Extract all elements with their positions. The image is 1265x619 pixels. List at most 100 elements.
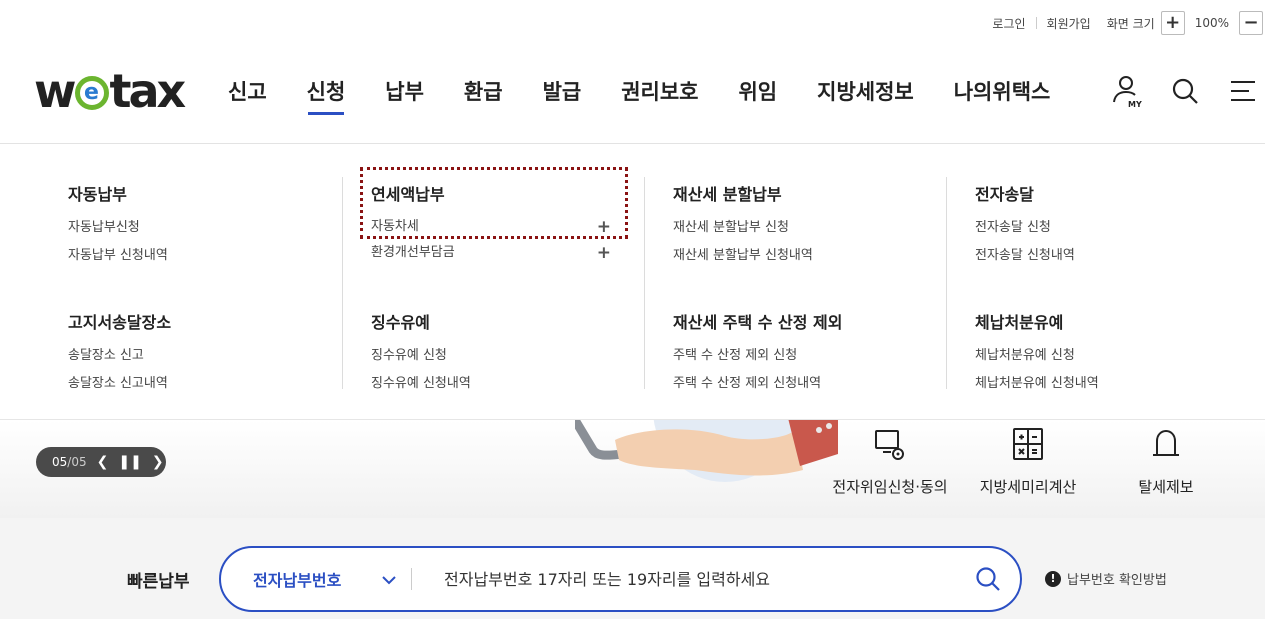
quick-pay-box: 전자납부번호	[219, 546, 1022, 612]
nav-item-tax-info[interactable]: 지방세정보	[797, 76, 934, 106]
nav-item-my-wetax[interactable]: 나의위택스	[934, 76, 1071, 106]
slide-total: 05	[71, 455, 87, 469]
nav-item-apply[interactable]: 신청	[287, 76, 366, 115]
menu-group-auto-pay: 자동납부 자동납부신청 자동납부 신청내역	[68, 181, 308, 270]
zoom-out-button[interactable]: −	[1239, 11, 1263, 35]
menu-group-housing-exclusion: 재산세 주택 수 산정 제외 주택 수 산정 제외 신청 주택 수 산정 제외 …	[673, 309, 913, 398]
slider-control: 05/05 ❮ ❚❚ ❯	[36, 447, 166, 477]
menu-item[interactable]: 전자송달 신청내역	[975, 242, 1215, 270]
menu-item[interactable]: 주택 수 산정 제외 신청	[673, 342, 913, 370]
menu-item-label: 송달장소 신고	[68, 348, 144, 363]
plus-icon[interactable]: +	[597, 240, 611, 266]
help-label: 납부번호 확인방법	[1067, 573, 1167, 588]
menu-item[interactable]: 징수유예 신청	[371, 342, 611, 370]
svg-text:MY: MY	[1128, 100, 1142, 108]
menu-group-title: 재산세 분할납부	[673, 185, 782, 204]
header: w e tax 신고 신청 납부 환급 발급 권리보호 위임 지방세정보 나의위…	[0, 46, 1265, 144]
menu-item-label: 징수유예 신청	[371, 348, 447, 363]
quicklink-label: 전자위임신청·동의	[832, 478, 948, 496]
payment-type-value: 전자납부번호	[253, 571, 342, 590]
main-nav: 신고 신청 납부 환급 발급 권리보호 위임 지방세정보 나의위택스	[208, 76, 1071, 115]
menu-item[interactable]: 송달장소 신고	[68, 342, 308, 370]
prev-slide-icon[interactable]: ❮	[97, 454, 109, 470]
menu-group-title: 전자송달	[975, 185, 1034, 204]
menu-item[interactable]: 주택 수 산정 제외 신청내역	[673, 370, 913, 398]
menu-item[interactable]: 자동납부 신청내역	[68, 242, 308, 270]
quicklink-label: 지방세미리계산	[979, 478, 1077, 496]
calculator-icon	[1010, 426, 1046, 462]
font-size-control: 화면 크기 + 100% −	[1107, 11, 1263, 35]
logo-text-w: w	[34, 64, 76, 118]
plus-icon[interactable]: +	[597, 214, 611, 240]
menu-item-label: 환경개선부담금	[371, 245, 455, 260]
main-visual: 05/05 ❮ ❚❚ ❯ 전자위임신청·동의 지방세미리계산 탈세제보	[0, 410, 1265, 518]
menu-column-4: 전자송달 전자송달 신청 전자송달 신청내역 체납처분유예 체납처분유예 신청 …	[946, 177, 1246, 391]
search-icon[interactable]	[956, 548, 1020, 610]
menu-item[interactable]: 재산세 분할납부 신청	[673, 214, 913, 242]
nav-item-refund[interactable]: 환급	[444, 76, 523, 106]
menu-item-expandable[interactable]: 자동차세 +	[371, 214, 611, 240]
wetax-logo[interactable]: w e tax	[34, 64, 187, 118]
menu-item-label: 주택 수 산정 제외 신청	[673, 348, 798, 363]
info-icon: !	[1045, 570, 1061, 587]
my-page-icon[interactable]: MY	[1111, 74, 1143, 108]
menu-item-label: 징수유예 신청내역	[371, 376, 471, 391]
menu-item-label: 자동납부 신청내역	[68, 248, 168, 263]
menu-column-2: 연세액납부 자동차세 + 환경개선부담금 + 징수유예 징수유예 신청 징수유예 신…	[342, 177, 642, 391]
nav-item-pay[interactable]: 납부	[365, 76, 444, 106]
font-size-label: 화면 크기	[1106, 16, 1155, 31]
menu-group-title: 고지서송달장소	[68, 313, 172, 332]
bell-icon	[1148, 426, 1184, 462]
menu-group-annual-pay: 연세액납부 자동차세 + 환경개선부담금 +	[371, 181, 611, 266]
menu-item-label: 주택 수 산정 제외 신청내역	[673, 376, 822, 391]
login-link[interactable]: 로그인	[982, 15, 1035, 32]
menu-group-title: 재산세 주택 수 산정 제외	[673, 313, 843, 332]
menu-item[interactable]: 재산세 분할납부 신청내역	[673, 242, 913, 270]
menu-item-expandable[interactable]: 환경개선부담금 +	[371, 240, 611, 266]
menu-group-disposition-deferral: 체납처분유예 체납처분유예 신청 체납처분유예 신청내역	[975, 309, 1215, 398]
payment-number-help-link[interactable]: ! 납부번호 확인방법	[1045, 569, 1167, 588]
menu-item-label: 체납처분유예 신청내역	[975, 376, 1099, 391]
menu-icon[interactable]	[1227, 74, 1259, 108]
utility-bar: 로그인 회원가입 화면 크기 + 100% −	[982, 10, 1263, 36]
page: 로그인 회원가입 화면 크기 + 100% − w e tax 신고 신청 납부…	[0, 0, 1265, 619]
menu-item-label: 송달장소 신고내역	[68, 376, 168, 391]
menu-item[interactable]: 송달장소 신고내역	[68, 370, 308, 398]
signup-link[interactable]: 회원가입	[1037, 15, 1101, 32]
menu-item[interactable]: 체납처분유예 신청내역	[975, 370, 1215, 398]
menu-group-delivery-place: 고지서송달장소 송달장소 신고 송달장소 신고내역	[68, 309, 308, 398]
quick-pay-section: 빠른납부 전자납부번호 ! 납부번호 확인방법	[0, 518, 1265, 619]
menu-column-3: 재산세 분할납부 재산세 분할납부 신청 재산세 분할납부 신청내역 재산세 주…	[644, 177, 944, 391]
menu-group-installment: 재산세 분할납부 재산세 분할납부 신청 재산세 분할납부 신청내역	[673, 181, 913, 270]
header-icons: MY	[1111, 74, 1259, 108]
pause-icon[interactable]: ❚❚	[118, 454, 141, 470]
menu-item[interactable]: 징수유예 신청내역	[371, 370, 611, 398]
menu-group-deferral: 징수유예 징수유예 신청 징수유예 신청내역	[371, 309, 611, 398]
menu-column-1: 자동납부 자동납부신청 자동납부 신청내역 고지서송달장소 송달장소 신고 송달…	[40, 177, 340, 391]
quicklink-tax-calculator[interactable]: 지방세미리계산	[959, 426, 1097, 497]
next-slide-icon[interactable]: ❯	[152, 454, 164, 470]
menu-item-label: 자동차세	[371, 219, 419, 234]
quicklink-tax-evasion-report[interactable]: 탈세제보	[1097, 426, 1235, 497]
nav-item-issue[interactable]: 발급	[523, 76, 602, 106]
chevron-down-icon	[381, 570, 397, 589]
menu-group-title: 체납처분유예	[975, 313, 1064, 332]
payment-number-input[interactable]	[412, 569, 956, 589]
search-icon[interactable]	[1169, 74, 1201, 108]
quicklink-e-delegation[interactable]: 전자위임신청·동의	[821, 426, 959, 497]
nav-item-delegation[interactable]: 위임	[718, 76, 797, 106]
menu-item-label: 전자송달 신청내역	[975, 248, 1075, 263]
menu-group-e-delivery: 전자송달 전자송달 신청 전자송달 신청내역	[975, 181, 1215, 270]
zoom-value: 100%	[1194, 16, 1229, 30]
logo-text-tax: tax	[109, 64, 187, 118]
payment-type-select[interactable]: 전자납부번호	[221, 548, 411, 610]
menu-group-title: 자동납부	[68, 185, 127, 204]
menu-item-label: 체납처분유예 신청	[975, 348, 1075, 363]
menu-item[interactable]: 체납처분유예 신청	[975, 342, 1215, 370]
menu-item[interactable]: 자동납부신청	[68, 214, 308, 242]
nav-item-report[interactable]: 신고	[208, 76, 287, 106]
nav-item-rights[interactable]: 권리보호	[601, 76, 718, 106]
menu-group-title: 연세액납부	[371, 185, 445, 204]
zoom-in-button[interactable]: +	[1160, 11, 1185, 35]
menu-item[interactable]: 전자송달 신청	[975, 214, 1215, 242]
